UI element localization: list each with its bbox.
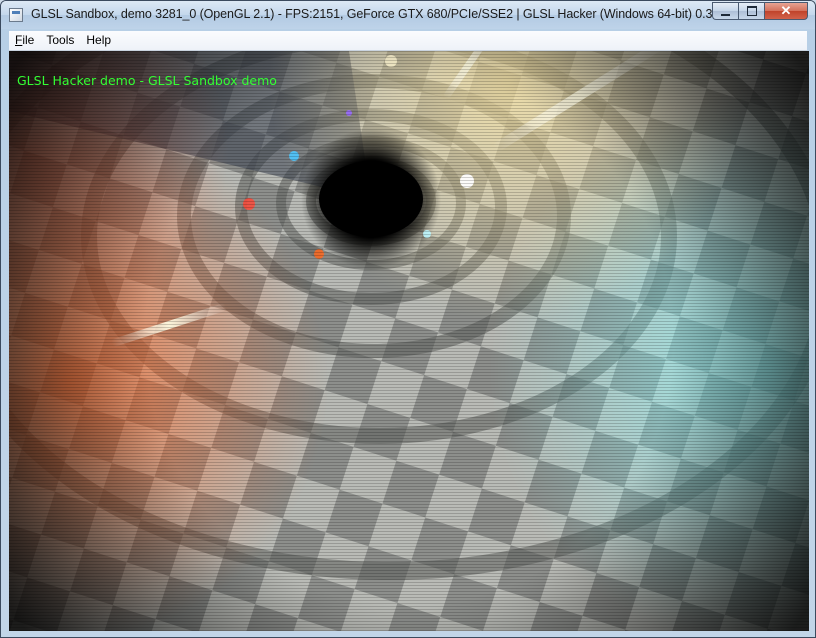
app-window: GLSL Sandbox, demo 3281_0 (OpenGL 2.1) -… <box>0 0 816 638</box>
opengl-render-viewport[interactable]: GLSL Hacker demo - GLSL Sandbox demo <box>9 51 809 631</box>
close-icon: ✕ <box>780 3 792 18</box>
app-window-icon[interactable] <box>9 8 23 22</box>
close-button[interactable]: ✕ <box>764 2 808 20</box>
maximize-button[interactable] <box>738 2 764 20</box>
demo-overlay-text: GLSL Hacker demo - GLSL Sandbox demo <box>17 73 277 88</box>
title-bar[interactable]: GLSL Sandbox, demo 3281_0 (OpenGL 2.1) -… <box>1 1 815 29</box>
menu-tools[interactable]: Tools <box>40 31 80 50</box>
maximize-icon <box>746 6 757 16</box>
window-title: GLSL Sandbox, demo 3281_0 (OpenGL 2.1) -… <box>31 7 723 21</box>
minimize-button[interactable] <box>712 2 738 20</box>
minimize-icon <box>721 13 730 16</box>
tunnel-render <box>9 51 809 631</box>
menu-help[interactable]: Help <box>80 31 117 50</box>
menu-bar: File Tools Help <box>9 31 807 51</box>
caption-buttons: ✕ <box>712 2 808 20</box>
menu-file[interactable]: File <box>9 31 40 50</box>
